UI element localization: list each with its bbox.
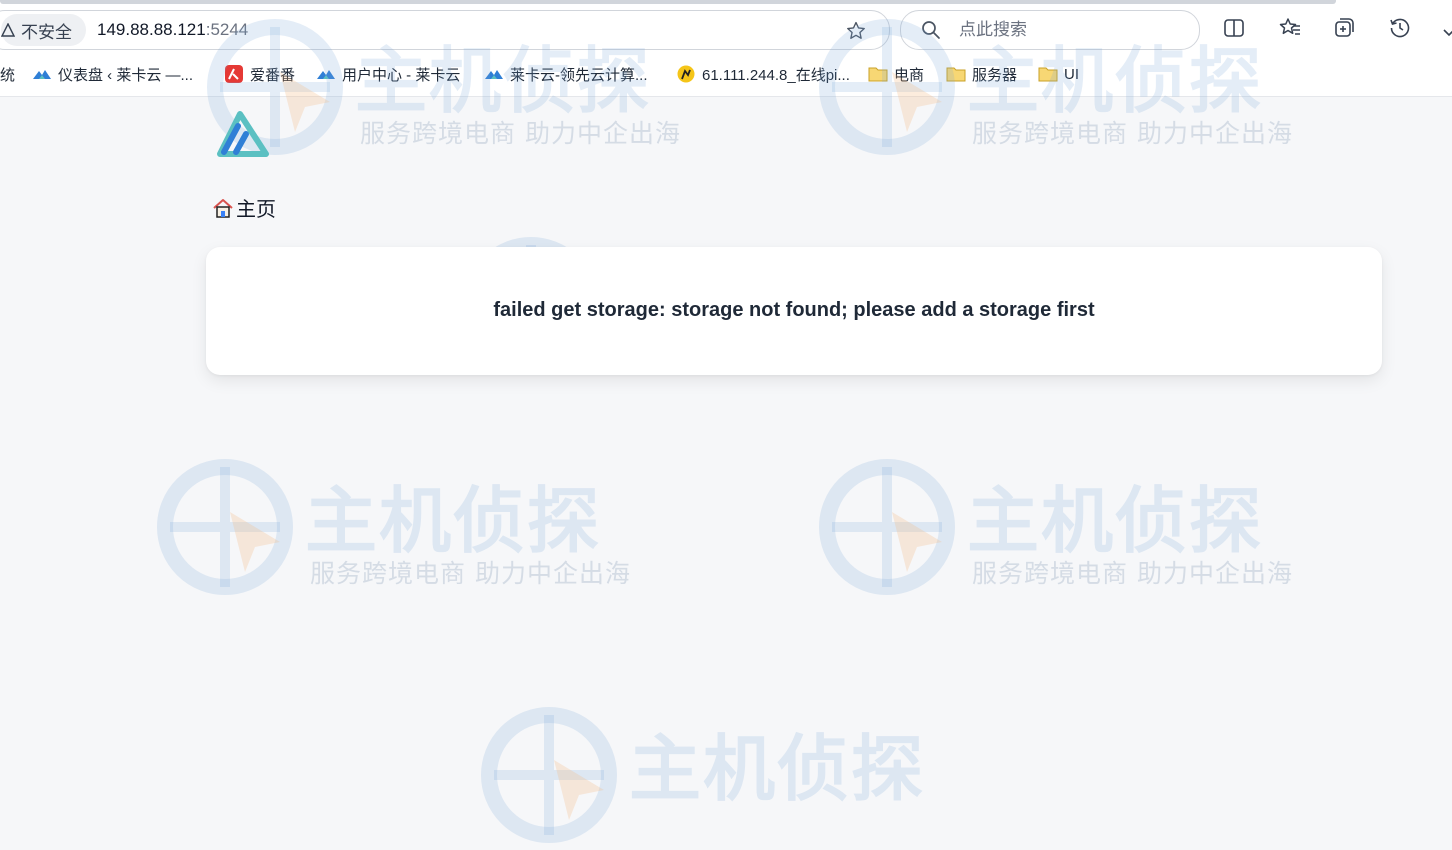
url-port: :5244 [205, 20, 249, 39]
breadcrumb: 主页 [212, 193, 276, 222]
laika-cloud-icon [485, 70, 503, 79]
bookmark-label: 电商 [894, 66, 925, 84]
search-placeholder: 点此搜索 [959, 20, 1027, 39]
bookmark-item[interactable]: UI [1038, 56, 1079, 92]
search-box[interactable]: 点此搜索 [900, 10, 1200, 50]
favorite-star-icon[interactable] [845, 20, 867, 42]
watermark-title: 主机侦探 [629, 727, 926, 811]
address-bar[interactable]: 不安全 149.88.88.121:5244 [0, 10, 890, 50]
watermark: 主机侦探 服务跨境电商 助力中企出海 [150, 452, 630, 602]
bookmarks-bar: 统 仪表盘 ‹ 莱卡云 —... 爱番番 用户中心 - 莱卡云 莱卡云-领先云计… [0, 56, 1452, 92]
warning-icon [1, 23, 15, 37]
bookmark-item[interactable]: 用户中心 - 莱卡云 [316, 56, 460, 92]
watermark-subtitle: 服务跨境电商 助力中企出海 [972, 119, 1293, 148]
security-label: 不安全 [21, 22, 72, 42]
bookmark-label: 莱卡云-领先云计算... [510, 66, 648, 84]
folder-icon [1038, 67, 1058, 82]
url-text[interactable]: 149.88.88.121:5244 [97, 11, 248, 49]
error-card: failed get storage: storage not found; p… [206, 247, 1382, 375]
browser-chrome: 不安全 149.88.88.121:5244 点此搜索 统 仪表盘 ‹ 莱卡云 … [0, 0, 1452, 97]
tab-strip [0, 0, 1336, 4]
bookmark-item[interactable]: 仪表盘 ‹ 莱卡云 —... [32, 56, 193, 92]
bookmark-label: 仪表盘 ‹ 莱卡云 —... [58, 66, 194, 84]
watermark: 主机侦探 服务跨境电商 助力中企出海 [812, 452, 1292, 602]
bookmark-item[interactable]: 服务器 [946, 56, 1017, 92]
breadcrumb-home-link[interactable]: 主页 [236, 193, 276, 222]
favorites-icon[interactable] [1278, 16, 1302, 40]
security-indicator[interactable]: 不安全 [1, 14, 86, 46]
watermark-subtitle: 服务跨境电商 助力中企出海 [972, 559, 1293, 588]
bookmark-label: UI [1064, 65, 1079, 83]
url-host: 149.88.88.121 [97, 20, 206, 39]
laika-cloud-icon [317, 70, 335, 79]
ping-icon [677, 65, 695, 83]
watermark-subtitle: 服务跨境电商 助力中企出海 [360, 119, 681, 148]
watermark-globe-icon [157, 459, 293, 595]
bookmark-label: 服务器 [972, 66, 1018, 84]
bookmark-item[interactable]: 61.111.244.8_在线pi... [676, 56, 850, 92]
watermark-title: 主机侦探 [305, 479, 602, 563]
watermark-globe-icon [481, 707, 617, 843]
app-logo-icon[interactable] [214, 108, 272, 160]
aifanfan-icon [225, 65, 243, 83]
error-message: failed get storage: storage not found; p… [493, 299, 1095, 321]
split-screen-icon[interactable] [1222, 16, 1246, 40]
bookmark-label: 爱番番 [250, 66, 296, 84]
bookmark-label: 用户中心 - 莱卡云 [342, 66, 461, 84]
chevron-down-icon[interactable] [1440, 16, 1452, 40]
bookmark-item[interactable]: 电商 [868, 56, 924, 92]
bookmark-item[interactable]: 爱番番 [224, 56, 295, 92]
history-icon[interactable] [1388, 16, 1412, 40]
watermark-globe-icon [819, 459, 955, 595]
bookmark-label: 统 [0, 66, 16, 84]
watermark: 主机侦探 [474, 700, 934, 850]
folder-icon [868, 67, 888, 82]
bookmark-item[interactable]: 统 [0, 56, 15, 92]
home-icon[interactable] [212, 197, 234, 219]
watermark-subtitle: 服务跨境电商 助力中企出海 [310, 559, 631, 588]
watermark-title: 主机侦探 [967, 479, 1264, 563]
bookmark-item[interactable]: 莱卡云-领先云计算... [484, 56, 648, 92]
collections-icon[interactable] [1332, 16, 1356, 40]
search-icon [922, 21, 940, 39]
folder-icon [946, 67, 966, 82]
laika-cloud-icon [33, 70, 51, 79]
bookmark-label: 61.111.244.8_在线pi... [702, 66, 850, 84]
